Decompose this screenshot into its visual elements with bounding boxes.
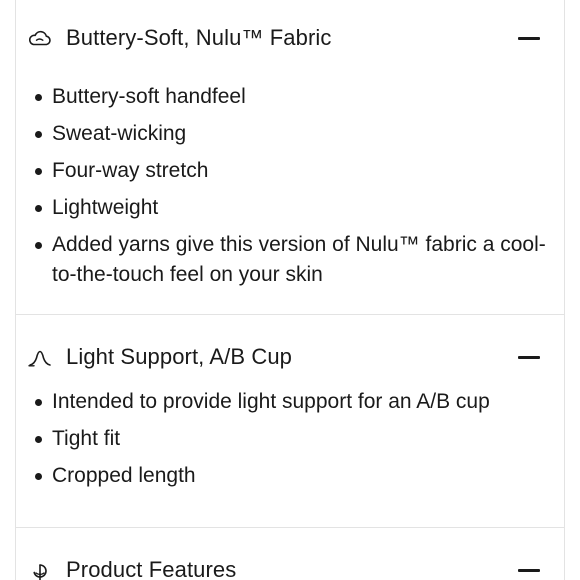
bullet-icon xyxy=(35,242,42,249)
bullet-icon xyxy=(35,205,42,212)
fabric-section: Buttery-Soft, Nulu™ Fabric Buttery-soft … xyxy=(16,0,564,315)
list-item: Buttery-soft handfeel xyxy=(32,82,552,112)
fabric-section-header[interactable]: Buttery-Soft, Nulu™ Fabric xyxy=(16,18,564,58)
feature-list: Intended to provide light support for an… xyxy=(32,387,552,498)
section-title: Buttery-Soft, Nulu™ Fabric xyxy=(66,25,332,50)
collapse-button[interactable] xyxy=(516,559,542,580)
minus-icon xyxy=(518,37,540,40)
list-item: Intended to provide light support for an… xyxy=(32,387,552,417)
section-title: Product Features xyxy=(66,557,237,580)
light-support-icon xyxy=(28,350,51,367)
product-features-header[interactable]: Product Features xyxy=(16,550,564,580)
product-features-icon xyxy=(33,564,47,580)
minus-icon xyxy=(518,356,540,359)
bullet-icon xyxy=(35,436,42,443)
support-section: Light Support, A/B Cup Intended to provi… xyxy=(16,315,564,528)
bullet-icon xyxy=(35,399,42,406)
list-item: Four-way stretch xyxy=(32,156,552,186)
collapse-button[interactable] xyxy=(516,27,542,49)
cloud-icon xyxy=(28,30,51,46)
support-section-header[interactable]: Light Support, A/B Cup xyxy=(16,337,564,377)
feature-list: Buttery-soft handfeel Sweat-wicking Four… xyxy=(32,82,552,297)
list-item: Added yarns give this version of Nulu™ f… xyxy=(32,230,552,290)
product-features-section: Product Features xyxy=(16,528,564,580)
bullet-icon xyxy=(35,131,42,138)
list-item: Cropped length xyxy=(32,461,552,491)
bullet-icon xyxy=(35,168,42,175)
section-title: Light Support, A/B Cup xyxy=(66,344,293,369)
minus-icon xyxy=(518,569,540,572)
list-item: Sweat-wicking xyxy=(32,119,552,149)
product-details-accordion: Buttery-Soft, Nulu™ Fabric Buttery-soft … xyxy=(15,0,565,580)
bullet-icon xyxy=(35,473,42,480)
list-item: Lightweight xyxy=(32,193,552,223)
bullet-icon xyxy=(35,94,42,101)
collapse-button[interactable] xyxy=(516,346,542,368)
list-item: Tight fit xyxy=(32,424,552,454)
